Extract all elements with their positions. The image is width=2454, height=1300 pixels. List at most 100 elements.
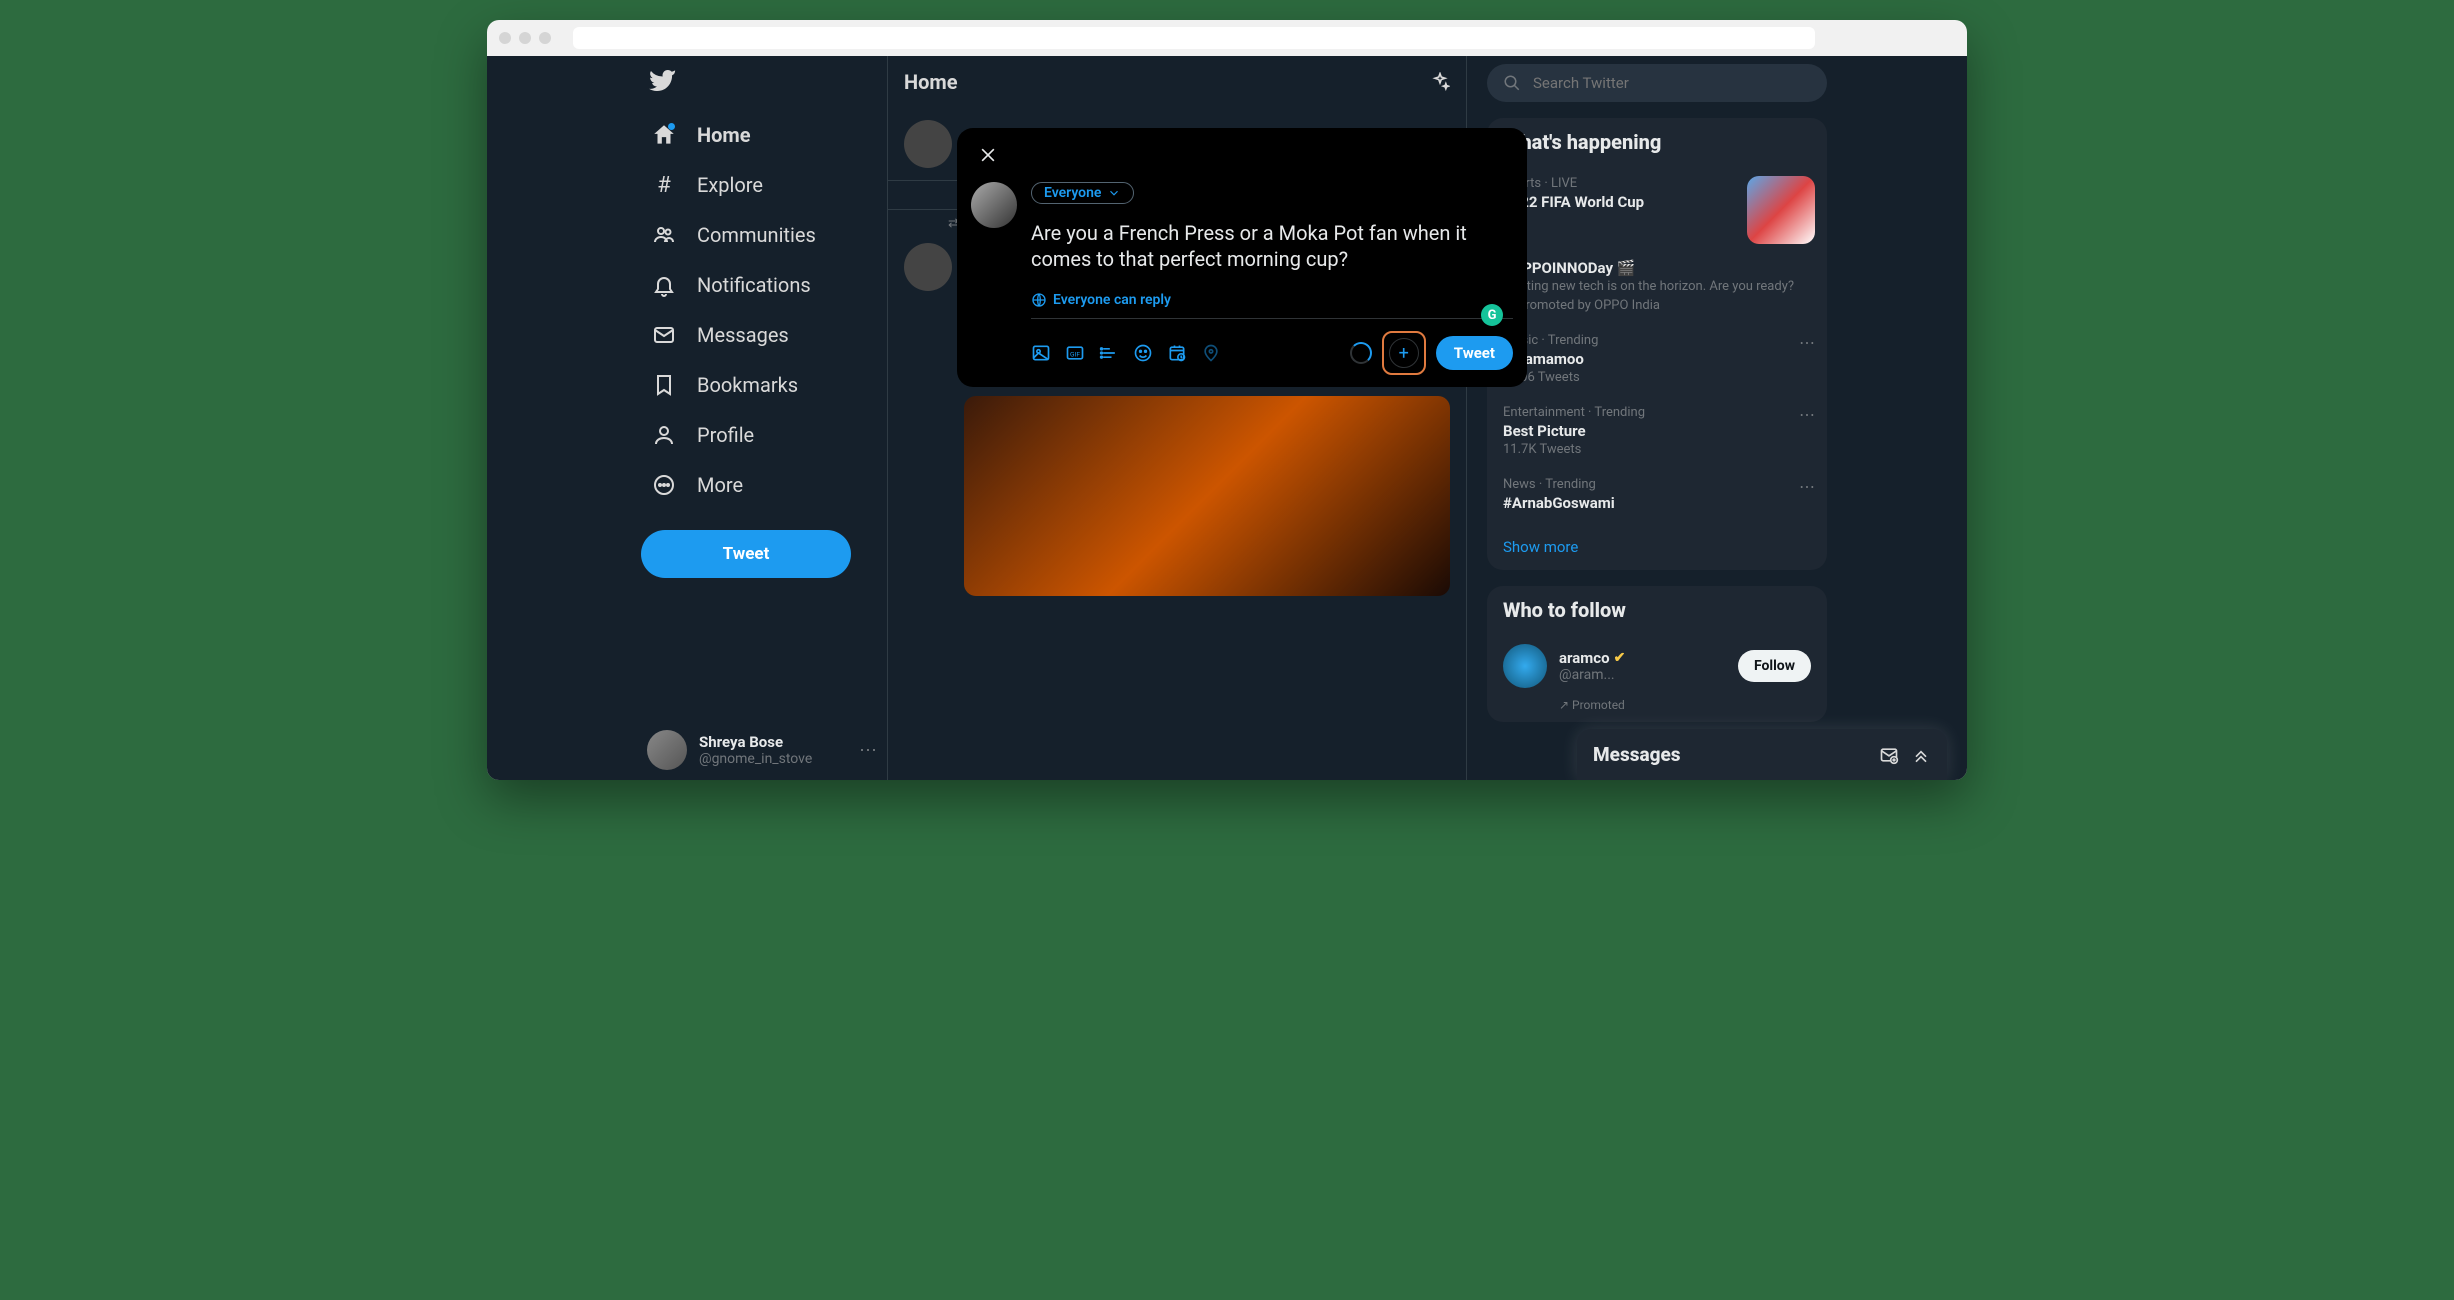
sparkle-icon[interactable] (1430, 72, 1450, 92)
trend-name: #OPPOINNODay 🎬 (1503, 259, 1811, 277)
who-to-follow-title: Who to follow (1487, 586, 1827, 634)
trend-count: 11.7K Tweets (1503, 442, 1811, 457)
new-message-icon[interactable] (1879, 745, 1899, 765)
search-box[interactable] (1487, 64, 1827, 102)
expand-dock-icon[interactable] (1911, 745, 1931, 765)
envelope-icon (651, 322, 677, 348)
media-gif-icon[interactable]: GIF (1065, 343, 1085, 363)
follow-name: aramco ✔ (1559, 649, 1625, 667)
media-schedule-icon[interactable] (1167, 343, 1187, 363)
nav-profile[interactable]: Profile (637, 410, 887, 460)
media-emoji-icon[interactable] (1133, 343, 1153, 363)
nav-home[interactable]: Home (637, 110, 887, 160)
globe-icon (1031, 292, 1047, 308)
url-bar[interactable] (573, 27, 1815, 49)
account-more-icon[interactable]: ⋯ (859, 740, 877, 761)
bookmark-icon (651, 372, 677, 398)
nav-more[interactable]: More (637, 460, 887, 510)
add-tweet-button[interactable]: + (1389, 338, 1419, 368)
grammarly-icon[interactable]: G (1481, 304, 1503, 326)
trend-name: #mamamoo (1503, 350, 1811, 368)
trend-count: 9,906 Tweets (1503, 370, 1811, 385)
follow-handle: @aram... (1559, 667, 1625, 683)
media-location-icon[interactable] (1201, 343, 1221, 363)
audience-label: Everyone (1044, 185, 1101, 201)
trend-meta: Entertainment · Trending (1503, 405, 1811, 420)
home-icon (651, 122, 677, 148)
nav-home-label: Home (697, 123, 751, 147)
trend-thumbnail (1747, 176, 1815, 244)
nav-communities-label: Communities (697, 223, 816, 247)
nav-messages[interactable]: Messages (637, 310, 887, 360)
trend-item-mamamoo[interactable]: Music · Trending #mamamoo 9,906 Tweets ⋯ (1487, 323, 1827, 395)
follow-button[interactable]: Follow (1738, 650, 1811, 682)
trend-meta: Music · Trending (1503, 333, 1811, 348)
composer-avatar (904, 120, 952, 168)
close-button[interactable] (971, 138, 1005, 172)
chevron-down-icon (1107, 186, 1121, 200)
trend-item-worldcup[interactable]: Sports · LIVE 2022 FIFA World Cup (1487, 166, 1827, 223)
compose-text-input[interactable]: Are you a French Press or a Moka Pot fan… (1031, 220, 1513, 272)
nav-notifications[interactable]: Notifications (637, 260, 887, 310)
nav-communities[interactable]: Communities (637, 210, 887, 260)
search-input[interactable] (1533, 74, 1811, 92)
media-poll-icon[interactable] (1099, 343, 1119, 363)
sidebar-tweet-button[interactable]: Tweet (641, 530, 851, 578)
profile-icon (651, 422, 677, 448)
verified-icon: ✔ (1614, 650, 1626, 666)
nav-bookmarks[interactable]: Bookmarks (637, 360, 887, 410)
trend-promoted: ↗ Promoted by OPPO India (1503, 298, 1811, 313)
left-sidebar: Home # Explore Communities Notifications… (487, 56, 887, 780)
nav-explore[interactable]: # Explore (637, 160, 887, 210)
maximize-dot[interactable] (539, 32, 551, 44)
twitter-app: Home # Explore Communities Notifications… (487, 56, 1967, 780)
audience-selector[interactable]: Everyone (1031, 182, 1134, 204)
twitter-logo[interactable] (649, 70, 887, 102)
follow-item-aramco[interactable]: aramco ✔ @aram... Follow (1487, 634, 1827, 698)
compose-tweet-button[interactable]: Tweet (1436, 336, 1513, 370)
trend-more-icon[interactable]: ⋯ (1799, 477, 1815, 496)
nav-profile-label: Profile (697, 423, 754, 447)
svg-text:GIF: GIF (1070, 350, 1080, 358)
page-title: Home (904, 70, 958, 94)
traffic-lights (499, 32, 551, 44)
communities-icon (651, 222, 677, 248)
browser-window: Home # Explore Communities Notifications… (487, 20, 1967, 780)
explore-icon: # (651, 172, 677, 198)
tweet-avatar[interactable] (904, 243, 952, 291)
reply-settings-label: Everyone can reply (1053, 292, 1171, 308)
trend-more-icon[interactable]: ⋯ (1799, 333, 1815, 352)
account-avatar (647, 730, 687, 770)
trend-item-arnab[interactable]: News · Trending #ArnabGoswami ⋯ (1487, 467, 1827, 524)
tweet-media[interactable] (964, 396, 1450, 596)
nav-messages-label: Messages (697, 323, 789, 347)
messages-dock-title: Messages (1593, 743, 1867, 766)
nav-more-label: More (697, 473, 743, 497)
timeline-header: Home (888, 56, 1466, 108)
char-count-circle (1350, 342, 1372, 364)
reply-settings[interactable]: Everyone can reply (1031, 292, 1513, 308)
close-dot[interactable] (499, 32, 511, 44)
account-name: Shreya Bose (699, 733, 812, 751)
nav-explore-label: Explore (697, 173, 763, 197)
follow-avatar (1503, 644, 1547, 688)
trend-meta: News · Trending (1503, 477, 1811, 492)
minimize-dot[interactable] (519, 32, 531, 44)
show-more-link[interactable]: Show more (1487, 524, 1827, 570)
trend-more-icon[interactable]: ⋯ (1799, 405, 1815, 424)
nav-notifications-label: Notifications (697, 273, 811, 297)
tutorial-highlight: + (1382, 331, 1426, 375)
compose-tweet-modal: Everyone Are you a French Press or a Mok… (957, 128, 1527, 387)
trend-desc: Exciting new tech is on the horizon. Are… (1503, 279, 1811, 294)
close-icon (978, 145, 998, 165)
media-image-icon[interactable] (1031, 343, 1051, 363)
account-handle: @gnome_in_stove (699, 751, 812, 767)
promoted-label: ↗ Promoted (1487, 698, 1827, 722)
trend-item-oppo[interactable]: #OPPOINNODay 🎬 Exciting new tech is on t… (1487, 247, 1827, 323)
messages-dock[interactable]: Messages (1577, 729, 1947, 780)
search-icon (1503, 74, 1521, 92)
account-switcher[interactable]: Shreya Bose @gnome_in_stove ⋯ (637, 720, 887, 780)
more-icon (651, 472, 677, 498)
trend-name: Best Picture (1503, 422, 1811, 440)
trend-item-bestpicture[interactable]: Entertainment · Trending Best Picture 11… (1487, 395, 1827, 467)
